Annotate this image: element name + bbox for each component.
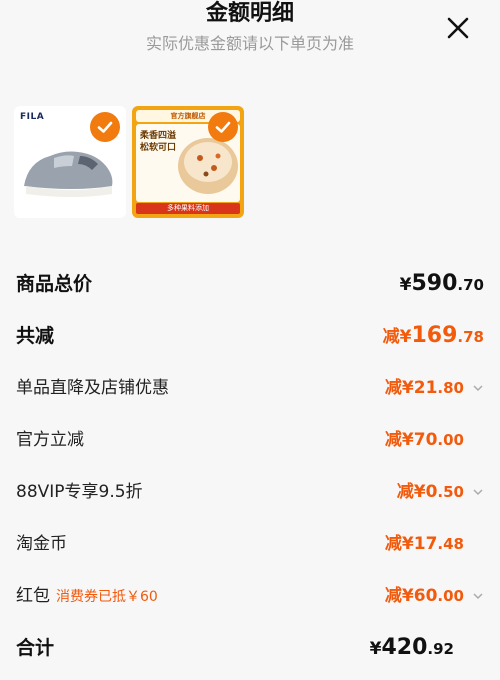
price-decimal: .70 bbox=[457, 276, 484, 294]
total-price-value: ¥590.70 bbox=[400, 266, 484, 303]
promo-cta: 多种果料添加 bbox=[136, 203, 240, 214]
currency-symbol: ¥ bbox=[399, 275, 412, 295]
currency-symbol: ¥ bbox=[369, 639, 382, 659]
discount-line-value: 减¥60.00 bbox=[385, 578, 464, 614]
discount-line-label: 淘金币 bbox=[16, 534, 67, 554]
discount-line-label: 单品直降及店铺优惠 bbox=[16, 378, 169, 398]
expand-button[interactable] bbox=[472, 486, 484, 498]
product-thumbnail-bread[interactable]: 官方旗舰店 柔香四溢 松软可口 多种果料添加 bbox=[132, 106, 244, 218]
discount-decimal: .48 bbox=[437, 535, 464, 553]
price-integer: 590 bbox=[411, 271, 458, 296]
expand-button[interactable] bbox=[472, 590, 484, 602]
discount-prefix: 减¥ bbox=[384, 378, 414, 398]
chevron-down-icon bbox=[473, 489, 483, 496]
discount-prefix: 减¥ bbox=[384, 534, 414, 554]
selected-check bbox=[208, 112, 238, 142]
price-integer: 420 bbox=[381, 635, 428, 660]
discount-line-official: 官方立减 减¥70.00 bbox=[16, 422, 484, 458]
final-total-label: 合计 bbox=[16, 637, 55, 659]
discount-integer: 60 bbox=[413, 586, 438, 606]
chevron-down-icon bbox=[473, 593, 483, 600]
discount-line-value: 减¥21.80 bbox=[385, 370, 464, 406]
discount-line-label: 红包 消费券已抵￥60 bbox=[16, 578, 158, 615]
total-discount-row: 共减 减¥169.78 bbox=[16, 318, 484, 354]
discount-line-coins: 淘金币 减¥17.48 bbox=[16, 526, 484, 562]
redpacket-label: 红包 bbox=[16, 586, 50, 606]
discount-prefix: 减¥ bbox=[396, 482, 426, 502]
close-icon bbox=[447, 17, 469, 39]
final-total-row: 合计 ¥420.92 bbox=[16, 630, 484, 666]
discount-decimal: .80 bbox=[437, 379, 464, 397]
discount-line-label: 88VIP专享9.5折 bbox=[16, 482, 143, 502]
discount-integer: 21 bbox=[413, 378, 438, 398]
discount-integer: 0 bbox=[425, 482, 438, 502]
check-icon bbox=[97, 121, 113, 133]
chevron-down-icon bbox=[473, 385, 483, 392]
page-title: 金额明细 bbox=[205, 1, 294, 26]
total-price-row: 商品总价 ¥590.70 bbox=[16, 266, 484, 302]
total-discount-label: 共减 bbox=[16, 325, 55, 347]
coupon-note: 消费券已抵￥60 bbox=[56, 589, 158, 605]
discount-decimal: .50 bbox=[437, 483, 464, 501]
header: 金额明细 实际优惠金额请以下单页为准 bbox=[0, 0, 500, 64]
discount-integer: 17 bbox=[413, 534, 438, 554]
discount-line-store[interactable]: 单品直降及店铺优惠 减¥21.80 bbox=[16, 370, 484, 406]
discount-prefix: 减¥ bbox=[384, 430, 414, 450]
product-thumbnail-shoe[interactable]: FILA bbox=[14, 106, 126, 218]
close-button[interactable] bbox=[440, 10, 476, 46]
discount-prefix: 减¥ bbox=[382, 327, 412, 347]
total-discount-value: 减¥169.78 bbox=[383, 318, 484, 355]
discount-prefix: 减¥ bbox=[384, 586, 414, 606]
discount-line-redpacket[interactable]: 红包 消费券已抵￥60 减¥60.00 bbox=[16, 578, 484, 614]
discount-line-88vip[interactable]: 88VIP专享9.5折 减¥0.50 bbox=[16, 474, 484, 510]
price-decimal: .92 bbox=[427, 640, 454, 658]
discount-integer: 70 bbox=[413, 430, 438, 450]
expand-button[interactable] bbox=[472, 382, 484, 394]
selected-check bbox=[90, 112, 120, 142]
discount-line-label: 官方立减 bbox=[16, 430, 84, 450]
discount-integer: 169 bbox=[411, 323, 458, 348]
discount-line-value: 减¥0.50 bbox=[397, 474, 464, 510]
check-icon bbox=[215, 121, 231, 133]
discount-line-value: 减¥70.00 bbox=[385, 422, 464, 458]
discount-decimal: .00 bbox=[437, 431, 464, 449]
final-total-value: ¥420.92 bbox=[370, 630, 454, 667]
discount-line-value: 减¥17.48 bbox=[385, 526, 464, 562]
page-subtitle: 实际优惠金额请以下单页为准 bbox=[145, 34, 354, 53]
discount-decimal: .78 bbox=[457, 328, 484, 346]
discount-decimal: .00 bbox=[437, 587, 464, 605]
total-price-label: 商品总价 bbox=[16, 273, 93, 295]
